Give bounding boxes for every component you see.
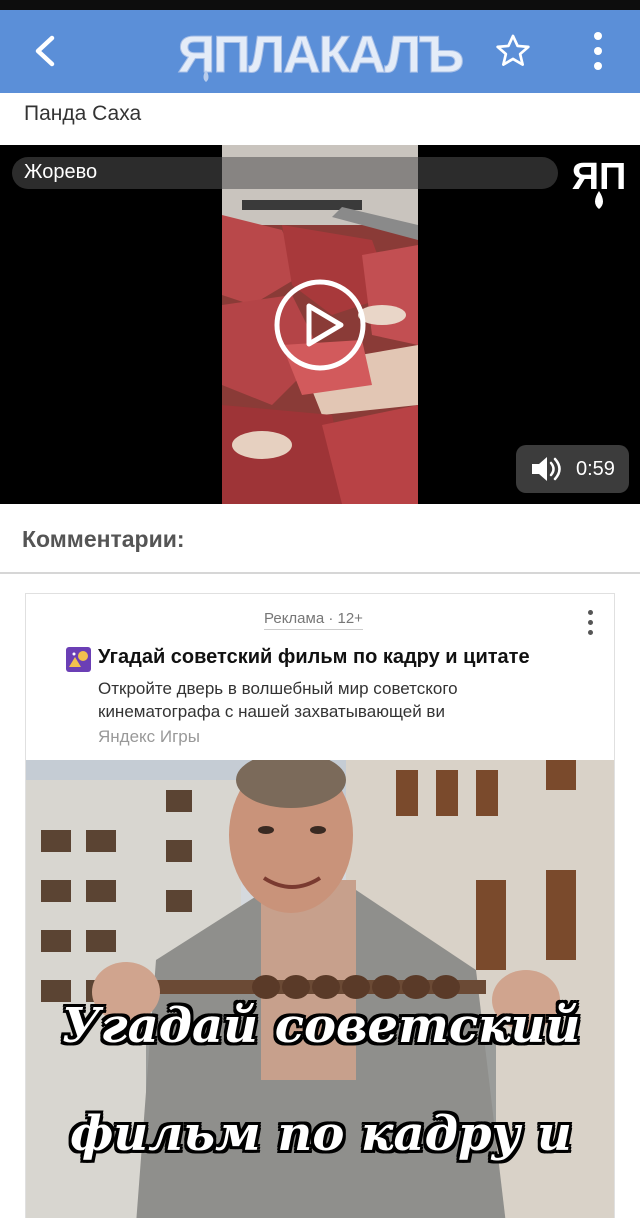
kebab-dot [587,629,593,635]
kebab-dot [594,47,602,55]
video-player[interactable]: Жорево ЯП 0:59 [0,145,640,504]
svg-text:ЯПЛАКАЛЪ: ЯПЛАКАЛЪ [178,26,463,84]
status-bar [0,0,640,10]
speaker-icon[interactable] [530,454,564,484]
volume-duration-control[interactable]: 0:59 [516,445,629,493]
kebab-menu-button[interactable] [576,26,620,76]
ad-source: Яндекс Игры [98,727,200,746]
favorite-button[interactable] [488,26,538,76]
comments-heading: Комментарии: [22,526,185,552]
ad-description: Откройте дверь в волшебный мир советског… [98,679,458,721]
chevron-left-icon [35,35,55,67]
divider [0,572,640,574]
video-title: Жорево [24,161,98,183]
back-button[interactable] [22,26,68,76]
ad-card[interactable]: Реклама · 12+ Угадай советский фильм по … [25,593,615,1218]
play-circle-icon[interactable] [274,279,366,371]
ad-title[interactable]: Угадай советский фильм по кадру и цитате [98,646,530,669]
kebab-dot [587,619,593,625]
game-app-icon [66,647,91,672]
ad-image-caption-line1: Угадай советский [61,998,581,1054]
star-outline-icon [496,34,530,66]
ad-options-button[interactable] [580,606,600,638]
yp-watermark-logo: ЯП [572,156,626,209]
kebab-dot [594,62,602,70]
video-duration: 0:59 [576,457,615,480]
ad-image-caption-line2: фильм по кадру и [70,1106,572,1162]
kebab-dot [587,609,593,615]
site-logo[interactable]: ЯПЛАКАЛЪ [160,18,480,85]
post-author[interactable]: Панда Саха [24,102,141,126]
ad-image[interactable]: Угадай советский фильм по кадру и [26,760,614,1218]
ad-label[interactable]: Реклама · 12+ [264,610,363,630]
kebab-dot [594,32,602,40]
app-header: ЯПЛАКАЛЪ [0,10,640,93]
